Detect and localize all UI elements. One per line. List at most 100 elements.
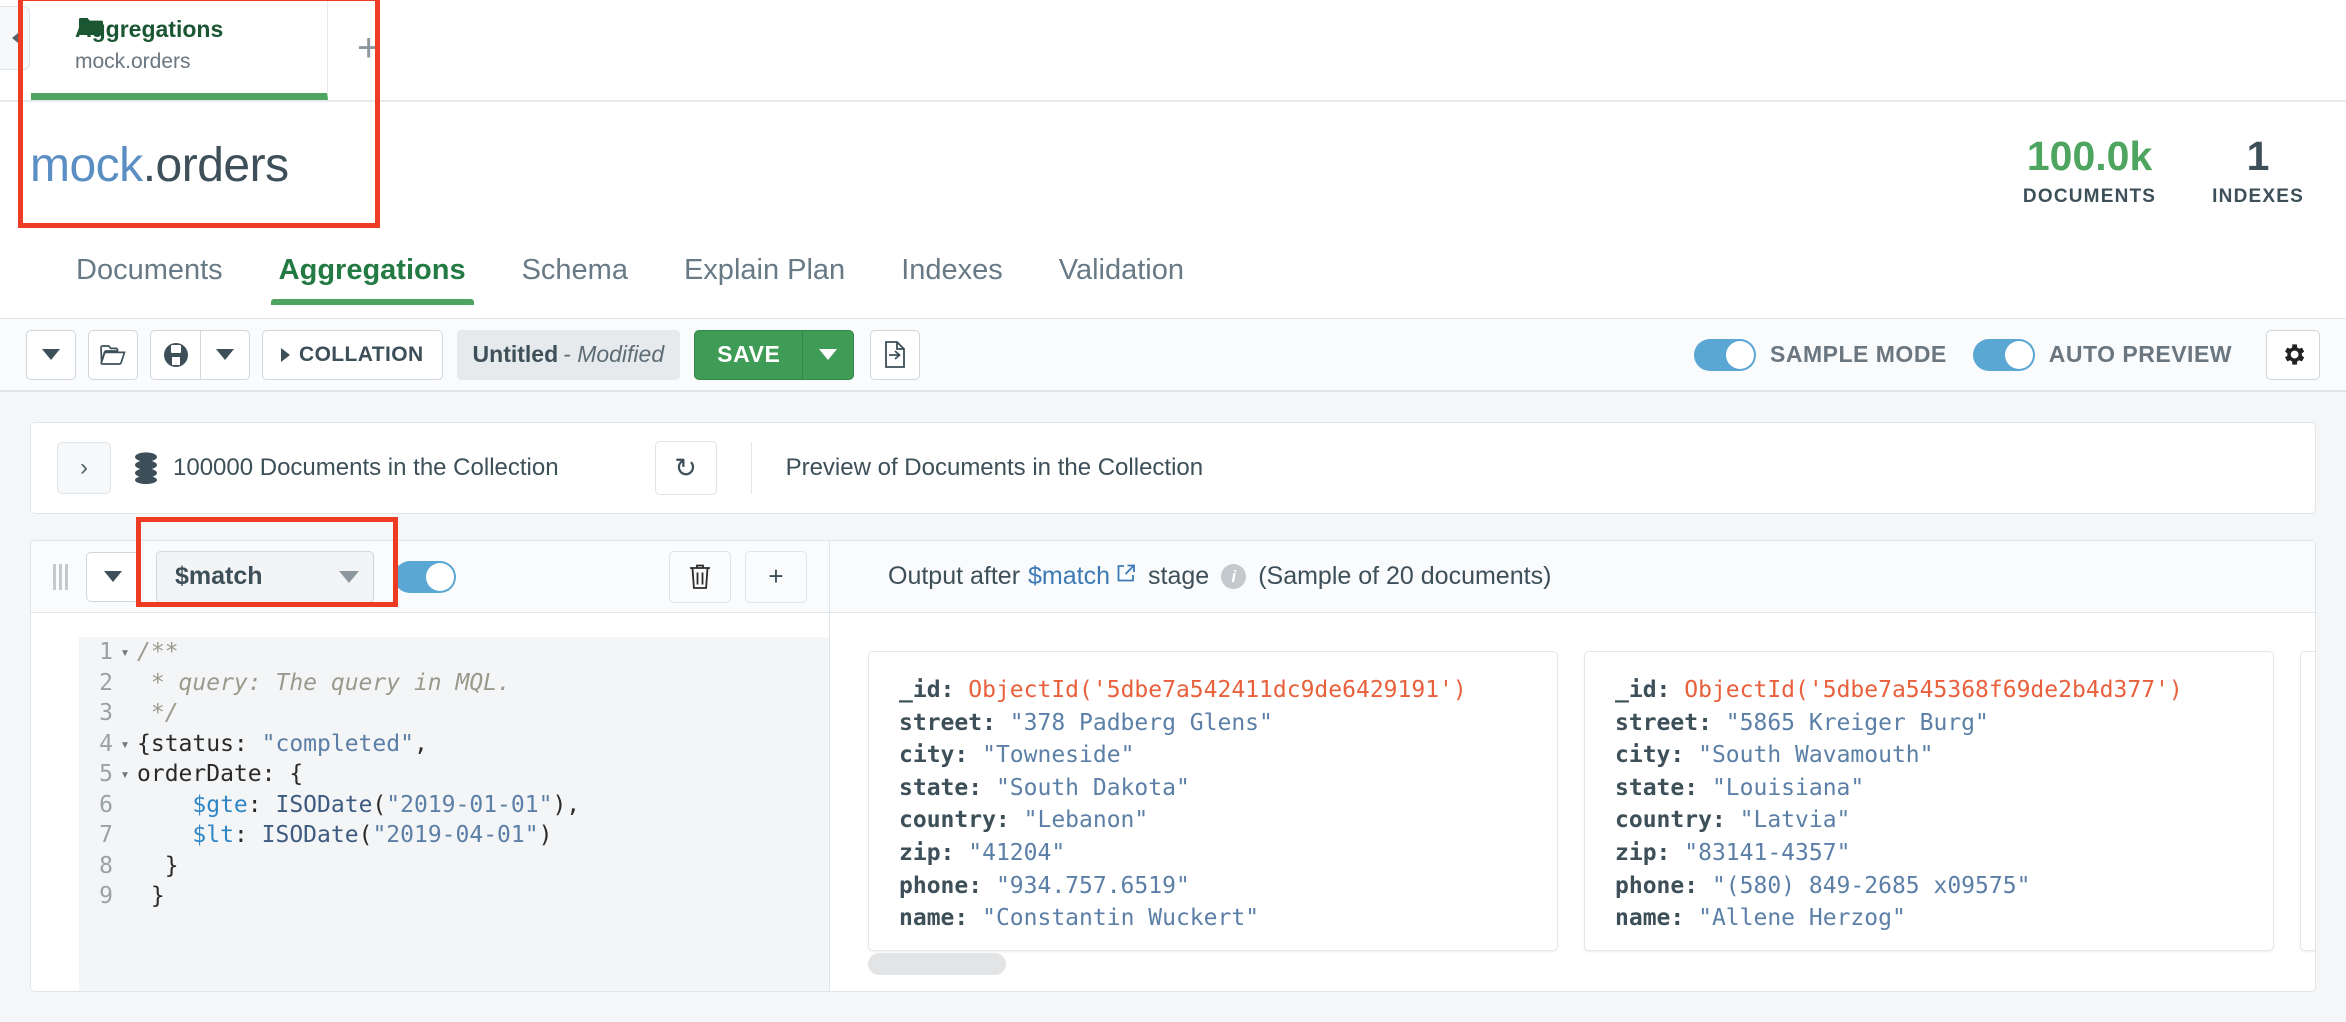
stage-collapse-button[interactable]: [86, 551, 140, 602]
document-field: _id: ObjectId('5dbe7a545368f69de2b4d377'…: [1615, 674, 2247, 707]
gear-icon: [2284, 344, 2304, 365]
pipeline-name-display[interactable]: Untitled - Modified: [456, 329, 681, 380]
code-line[interactable]: 4 ▾ {status: "completed",: [79, 729, 829, 760]
code-text: {status: "completed",: [137, 730, 428, 757]
collection-stats: 100.0k DOCUMENTS 1 INDEXES: [2023, 132, 2304, 208]
stage-drag-handle[interactable]: [53, 563, 68, 590]
stat-indexes: 1 INDEXES: [2212, 132, 2304, 208]
code-line[interactable]: 7 $lt: ISODate("2019-04-01"): [79, 820, 829, 851]
tab-schema[interactable]: Schema: [494, 242, 656, 305]
field-value: "83141-4357": [1684, 839, 1851, 866]
save-pipeline-dropdown-button[interactable]: [200, 329, 250, 380]
field-value: "Constantin Wuckert": [982, 905, 1260, 932]
code-fold-toggle[interactable]: ▾: [113, 637, 137, 668]
code-fold-toggle[interactable]: [113, 881, 137, 912]
field-key: country:: [899, 807, 1024, 834]
code-line[interactable]: 8 }: [79, 851, 829, 882]
field-key: zip:: [899, 839, 969, 866]
field-key: state:: [899, 774, 996, 801]
field-value: "Latvia": [1739, 807, 1851, 834]
field-key: name:: [1615, 905, 1699, 932]
output-document-card[interactable]: _id: ObjectId('5dbe7a542411dc9de6429191'…: [868, 651, 1558, 951]
field-key: country:: [1615, 807, 1740, 834]
delete-stage-button[interactable]: [669, 550, 731, 603]
document-field: phone: "(580) 849-2685 x09575": [1615, 870, 2247, 903]
save-dropdown-button[interactable]: [802, 329, 855, 380]
collection-document-count: 100000 Documents in the Collection: [173, 454, 559, 481]
save-pipeline-icon-button[interactable]: [150, 329, 200, 380]
chevron-down-icon: [819, 349, 838, 360]
output-document-list[interactable]: _id: ObjectId('5dbe7a542411dc9de6429191'…: [830, 613, 2315, 991]
stage-code-editor[interactable]: 1 ▾/** 2 * query: The query in MQL. 3 */4 ▾{…: [79, 637, 829, 991]
line-number: 7: [99, 822, 113, 848]
line-number: 1: [99, 639, 113, 665]
code-fold-toggle[interactable]: [113, 851, 137, 882]
code-fold-toggle[interactable]: [113, 698, 137, 729]
aggregation-builder-screen: Aggregations mock.orders + mock.orders 1…: [0, 0, 2346, 1022]
auto-preview-toggle[interactable]: [1972, 338, 2035, 371]
code-fold-toggle[interactable]: ▾: [113, 729, 137, 760]
code-line[interactable]: 6 $gte: ISODate("2019-01-01"),: [79, 790, 829, 821]
code-fold-toggle[interactable]: [113, 790, 137, 821]
stage-operator-select[interactable]: $match: [156, 550, 374, 603]
document-field: zip: "83141-4357": [1615, 837, 2247, 870]
tab-indexes[interactable]: Indexes: [873, 242, 1031, 305]
database-icon: [135, 452, 157, 484]
field-key: street:: [899, 709, 1010, 736]
external-link-icon[interactable]: [1116, 563, 1136, 583]
toggle-knob: [2004, 340, 2033, 369]
sample-mode-toggle[interactable]: [1694, 338, 1757, 371]
tab-documents[interactable]: Documents: [48, 242, 251, 305]
info-icon[interactable]: i: [1221, 564, 1247, 589]
code-line[interactable]: 9 }: [79, 881, 829, 912]
export-pipeline-button[interactable]: [870, 329, 921, 380]
output-document-card[interactable]: _id: ObjectId('5dbe7a545368f69de2b4d377'…: [1584, 651, 2274, 951]
chevron-left-icon: [12, 29, 23, 47]
open-pipeline-button[interactable]: [88, 329, 138, 380]
collection-tab-aggregations[interactable]: Aggregations mock.orders: [31, 0, 328, 100]
code-fold-toggle[interactable]: [113, 668, 137, 699]
indexes-label: INDEXES: [2212, 186, 2304, 207]
field-value: "Allene Herzog": [1698, 905, 1906, 932]
output-document-card[interactable]: [2300, 651, 2315, 951]
output-suffix: stage: [1148, 562, 1210, 590]
code-line[interactable]: 5 ▾ orderDate: {: [79, 759, 829, 790]
new-tab-button[interactable]: +: [357, 28, 380, 68]
output-prefix: Output after: [888, 562, 1021, 590]
code-text: $gte: ISODate("2019-01-01"),: [192, 791, 581, 818]
stage-enabled-toggle[interactable]: [394, 560, 456, 593]
auto-preview-control[interactable]: AUTO PREVIEW: [1972, 338, 2232, 371]
code-line[interactable]: 2 * query: The query in MQL.: [79, 668, 829, 699]
tab-validation[interactable]: Validation: [1031, 242, 1212, 305]
field-value: "378 Padberg Glens": [1009, 709, 1273, 736]
documents-count: 100.0k: [2026, 133, 2153, 179]
horizontal-scrollbar[interactable]: [868, 953, 1006, 975]
code-fold-toggle[interactable]: [113, 820, 137, 851]
field-value: "934.757.6519": [995, 872, 1190, 899]
pipeline-menu-button[interactable]: [26, 329, 76, 380]
code-text: $lt: ISODate("2019-04-01"): [192, 822, 553, 848]
document-field: street: "378 Padberg Glens": [899, 707, 1531, 740]
collation-toggle-button[interactable]: COLLATION: [262, 329, 443, 380]
toggle-knob: [426, 562, 454, 591]
tab-explain-plan[interactable]: Explain Plan: [656, 242, 873, 305]
field-value: "Towneside": [982, 742, 1135, 769]
sample-mode-control[interactable]: SAMPLE MODE: [1694, 338, 1947, 371]
database-name[interactable]: mock: [30, 139, 143, 192]
chevron-down-icon: [339, 570, 359, 583]
code-line[interactable]: 1 ▾/**: [79, 637, 829, 668]
trash-icon: [690, 564, 710, 589]
refresh-preview-button[interactable]: ↻: [654, 441, 717, 495]
settings-button[interactable]: [2266, 329, 2320, 380]
expand-collection-preview-button[interactable]: ›: [57, 442, 111, 494]
code-fold-toggle[interactable]: ▾: [113, 759, 137, 790]
output-stage-link[interactable]: $match: [1028, 562, 1110, 591]
field-value: "(580) 849-2685 x09575": [1711, 872, 2031, 899]
sidebar-collapse-button[interactable]: [0, 6, 30, 70]
pipeline-name-text: Untitled: [472, 341, 559, 367]
save-button[interactable]: SAVE: [694, 329, 803, 380]
add-stage-button[interactable]: +: [745, 550, 807, 603]
code-line[interactable]: 3 */: [79, 698, 829, 729]
tab-aggregations[interactable]: Aggregations: [251, 242, 494, 305]
export-pipeline-icon: [885, 341, 906, 368]
